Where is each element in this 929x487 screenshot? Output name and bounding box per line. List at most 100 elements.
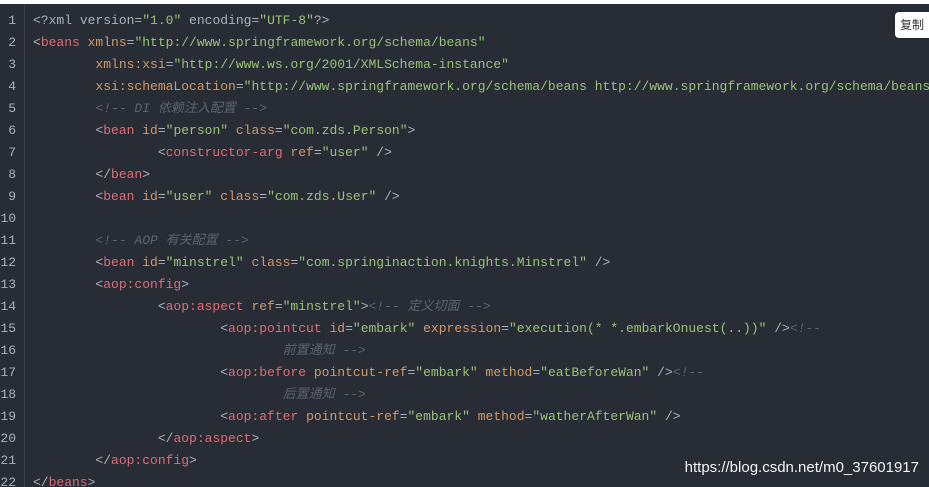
code-token: = <box>399 409 408 424</box>
code-text: </bean> <box>33 164 150 186</box>
code-token: < <box>33 321 229 336</box>
line-number: 7 <box>8 145 16 160</box>
code-token: < <box>33 277 104 292</box>
code-line: 16 前置通知 --> <box>0 340 929 362</box>
code-token: "com.zds.Person" <box>282 123 408 138</box>
code-token: <!-- DI 依赖注入配置 --> <box>33 101 268 116</box>
code-token: 后置通知 --> <box>33 387 366 402</box>
code-token: > <box>251 431 260 446</box>
line-number: 4 <box>8 79 16 94</box>
code-token: = <box>501 321 509 336</box>
code-token: constructor-arg <box>165 145 283 160</box>
code-token: = <box>157 189 166 204</box>
code-token: "com.zds.User" <box>267 189 377 204</box>
code-token: xsi:schemaLocation <box>33 79 236 94</box>
code-token: </ <box>33 431 174 446</box>
code-token: "http://www.springframework.org/schema/b… <box>134 35 486 50</box>
code-line: 19 <aop:after pointcut-ref="embark" meth… <box>0 406 929 428</box>
code-token: class <box>212 189 260 204</box>
code-text: <bean id="person" class="com.zds.Person"… <box>33 120 415 142</box>
code-token: = <box>274 299 283 314</box>
code-line: 15 <aop:pointcut id="embark" expression=… <box>0 318 929 340</box>
code-token: encoding= <box>181 13 260 28</box>
code-line: 11 <!-- AOP 有关配置 --> <box>0 230 929 252</box>
code-token: "embark" <box>407 409 470 424</box>
code-text: <!-- AOP 有关配置 --> <box>33 230 249 252</box>
code-token: "embark" <box>352 321 416 336</box>
code-text: <!-- DI 依赖注入配置 --> <box>33 98 267 120</box>
code-token: pointcut-ref <box>298 409 400 424</box>
line-number: 11 <box>0 233 16 248</box>
code-token: bean <box>111 167 143 182</box>
code-text: 后置通知 --> <box>33 384 366 406</box>
code-token: aop:aspect <box>165 299 244 314</box>
watermark: https://blog.csdn.net/m0_37601917 <box>684 459 919 476</box>
code-text: xmlns:xsi="http://www.ws.org/2001/XMLSch… <box>33 54 509 76</box>
code-token: <!-- <box>789 321 822 336</box>
code-token: > <box>189 453 197 468</box>
code-token: > <box>181 277 190 292</box>
code-token: /> <box>657 409 681 424</box>
line-number: 10 <box>0 211 16 226</box>
code-token: = <box>235 79 244 94</box>
code-line: 7 <constructor-arg ref="user" /> <box>0 142 929 164</box>
code-token: aop:aspect <box>173 431 252 446</box>
code-token: "person" <box>165 123 229 138</box>
code-token: <!-- AOP 有关配置 --> <box>33 233 249 248</box>
code-token: class <box>228 123 275 138</box>
code-token: method <box>477 365 533 380</box>
code-text: 前置通知 --> <box>33 340 366 362</box>
code-line: 1 <?xml version="1.0" encoding="UTF-8"?> <box>0 10 929 32</box>
code-line: 3 xmlns:xsi="http://www.ws.org/2001/XMLS… <box>0 54 929 76</box>
code-line: 10 <box>0 208 929 230</box>
code-token: "user" <box>321 145 369 160</box>
code-line: 9 <bean id="user" class="com.zds.User" /… <box>0 186 929 208</box>
code-token: class <box>243 255 291 270</box>
code-token: > <box>87 475 96 487</box>
code-token: method <box>469 409 525 424</box>
code-token: "user" <box>165 189 213 204</box>
code-token: aop:pointcut <box>228 321 322 336</box>
line-number: 14 <box>0 299 16 314</box>
code-text: <beans xmlns="http://www.springframework… <box>33 32 486 54</box>
line-number: 3 <box>8 57 16 72</box>
code-token: /> <box>649 365 673 380</box>
code-token: /> <box>368 145 392 160</box>
code-line: 14 <aop:aspect ref="minstrel"><!-- 定义切面 … <box>0 296 929 318</box>
code-token: "eatBeforeWan" <box>540 365 650 380</box>
code-text: <aop:aspect ref="minstrel"><!-- 定义切面 --> <box>33 296 491 318</box>
code-token: <? <box>33 13 49 28</box>
code-line: 18 后置通知 --> <box>0 384 929 406</box>
code-token: < <box>33 145 166 160</box>
code-token: bean <box>103 255 135 270</box>
code-token: 前置通知 --> <box>33 343 366 358</box>
code-token: = <box>532 365 541 380</box>
code-token: </ <box>33 167 112 182</box>
code-token: xml version= <box>48 13 143 28</box>
code-token: bean <box>103 189 135 204</box>
line-number: 2 <box>8 35 16 50</box>
code-token: id <box>134 189 158 204</box>
code-token: aop:before <box>228 365 307 380</box>
line-number: 21 <box>0 453 16 468</box>
code-text: <bean id="minstrel" class="com.springina… <box>33 252 610 274</box>
line-number: 9 <box>8 189 16 204</box>
code-text: <aop:after pointcut-ref="embark" method=… <box>33 406 681 428</box>
code-line: 12 <bean id="minstrel" class="com.spring… <box>0 252 929 274</box>
line-number: 5 <box>8 101 16 116</box>
code-token: aop:after <box>228 409 299 424</box>
code-token: > <box>407 123 416 138</box>
code-token: </ <box>33 453 112 468</box>
copy-button[interactable]: 复制 <box>895 12 929 38</box>
code-token: bean <box>103 123 135 138</box>
line-number: 8 <box>8 167 16 182</box>
code-token: ref <box>282 145 314 160</box>
code-text: <constructor-arg ref="user" /> <box>33 142 392 164</box>
code-token: "watherAfterWan" <box>532 409 658 424</box>
code-token: beans <box>48 475 88 487</box>
code-text: <?xml version="1.0" encoding="UTF-8"?> <box>33 10 329 32</box>
code-token: "minstrel" <box>165 255 244 270</box>
code-token: < <box>33 123 104 138</box>
line-number: 13 <box>0 277 16 292</box>
code-token: <!-- 定义切面 --> <box>368 299 491 314</box>
